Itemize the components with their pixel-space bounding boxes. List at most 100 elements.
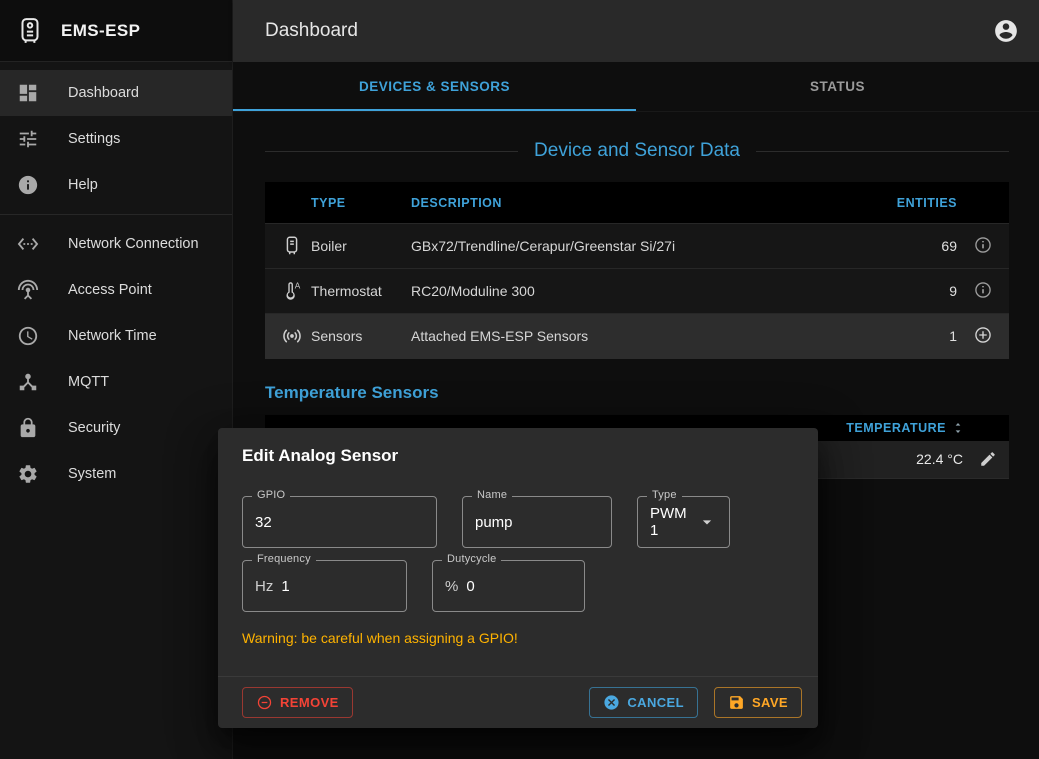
cancel-button-label: CANCEL [627,695,684,710]
sidebar-item-security[interactable]: Security [0,405,232,451]
tab-status[interactable]: STATUS [636,62,1039,111]
boiler-icon [281,235,303,257]
device-type: Boiler [311,224,411,269]
field-row-1: GPIO Name Type PWM 1 [242,496,794,548]
frequency-field-label: Frequency [252,553,316,565]
table-row-boiler[interactable]: Boiler GBx72/Trendline/Cerapur/Greenstar… [265,224,1009,269]
add-circle-icon[interactable] [973,325,993,345]
name-field-label: Name [472,489,512,501]
tab-bar: DEVICES & SENSORS STATUS [233,62,1039,112]
name-input[interactable] [475,514,599,531]
sidebar-item-settings[interactable]: Settings [0,116,232,162]
section-title-row: Device and Sensor Data [265,140,1009,162]
section-title: Device and Sensor Data [518,140,756,162]
dialog-actions: REMOVE CANCEL SAVE [218,676,818,728]
cancel-button[interactable]: CANCEL [589,687,698,718]
save-icon [728,694,745,711]
device-table: TYPE DESCRIPTION ENTITIES Boiler GBx72/T… [265,182,1009,359]
sidebar-item-label: Access Point [68,282,152,298]
sidebar-item-label: Help [68,177,98,193]
device-description: Attached EMS-ESP Sensors [411,314,875,359]
device-entities: 9 [875,269,965,314]
dutycycle-input[interactable] [466,578,572,595]
remove-button[interactable]: REMOVE [242,687,353,718]
sidebar-item-label: MQTT [68,374,109,390]
dialog-title: Edit Analog Sensor [218,428,818,476]
sidebar-item-dashboard[interactable]: Dashboard [0,70,232,116]
type-selected-value: PWM 1 [650,505,697,539]
device-table-header: TYPE DESCRIPTION ENTITIES [265,182,1009,224]
edit-pencil-icon[interactable] [979,450,997,468]
appbar: Dashboard [233,0,1039,62]
antenna-icon [16,278,40,302]
field-row-2: Frequency Hz Dutycycle % [242,560,794,612]
ethernet-icon [16,232,40,256]
sidebar-item-label: Network Time [68,328,157,344]
lock-icon [16,416,40,440]
minus-circle-icon [256,694,273,711]
sensors-icon [281,325,303,347]
sidebar-divider [0,214,232,215]
dutycycle-field: Dutycycle % [432,560,585,612]
edit-analog-sensor-dialog: Edit Analog Sensor GPIO Name Type PWM 1 … [218,428,818,728]
type-select[interactable]: Type PWM 1 [637,496,730,548]
sidebar-nav: Dashboard Settings Help Network Connecti [0,62,232,497]
sidebar-item-label: Network Connection [68,236,199,252]
divider-line [756,151,1009,152]
temperature-sensors-heading: Temperature Sensors [265,383,1009,403]
sidebar-item-label: Dashboard [68,85,139,101]
sidebar-item-mqtt[interactable]: MQTT [0,359,232,405]
sidebar-item-system[interactable]: System [0,451,232,497]
thermostat-icon: A [281,280,303,302]
gpio-warning-text: Warning: be careful when assigning a GPI… [242,630,794,646]
sidebar-item-access-point[interactable]: Access Point [0,267,232,313]
header-description: DESCRIPTION [411,182,875,224]
info-icon[interactable] [973,280,993,300]
save-button[interactable]: SAVE [714,687,802,718]
cancel-icon [603,694,620,711]
page-title: Dashboard [265,20,358,42]
svg-text:A: A [295,281,301,290]
sidebar-item-label: System [68,466,116,482]
app-title: EMS-ESP [61,21,140,41]
frequency-field: Frequency Hz [242,560,407,612]
dutycycle-field-label: Dutycycle [442,553,501,565]
info-icon[interactable] [973,235,993,255]
dashboard-icon [16,81,40,105]
sidebar-item-help[interactable]: Help [0,162,232,208]
temperature-value: 22.4 °C [916,451,963,467]
temperature-column-label: TEMPERATURE [846,421,946,435]
info-icon [16,173,40,197]
device-hub-icon [16,370,40,394]
sidebar-item-network-time[interactable]: Network Time [0,313,232,359]
frequency-input[interactable] [281,578,394,595]
sidebar: EMS-ESP Dashboard Settings Help [0,0,233,759]
sort-icon [950,420,966,436]
device-type: Sensors [311,314,411,359]
dialog-content: GPIO Name Type PWM 1 Frequency Hz [218,476,818,676]
account-icon[interactable] [993,18,1019,44]
device-entities: 69 [875,224,965,269]
header-type: TYPE [311,182,411,224]
table-row-thermostat[interactable]: A Thermostat RC20/Moduline 300 9 [265,269,1009,314]
table-row-sensors[interactable]: Sensors Attached EMS-ESP Sensors 1 [265,314,1009,359]
sidebar-item-label: Security [68,420,120,436]
tab-devices-sensors[interactable]: DEVICES & SENSORS [233,62,636,111]
gear-icon [16,462,40,486]
sidebar-item-label: Settings [68,131,120,147]
clock-icon [16,324,40,348]
sidebar-item-network-connection[interactable]: Network Connection [0,221,232,267]
frequency-unit-prefix: Hz [255,578,273,595]
dutycycle-unit-prefix: % [445,578,458,595]
device-entities: 1 [875,314,965,359]
gpio-field-label: GPIO [252,489,290,501]
save-button-label: SAVE [752,695,788,710]
header-entities: ENTITIES [875,182,965,224]
divider-line [265,151,518,152]
gpio-input[interactable] [255,514,424,531]
remove-button-label: REMOVE [280,695,339,710]
type-field-label: Type [647,489,682,501]
gpio-field: GPIO [242,496,437,548]
device-description: GBx72/Trendline/Cerapur/Greenstar Si/27i [411,224,875,269]
device-description: RC20/Moduline 300 [411,269,875,314]
